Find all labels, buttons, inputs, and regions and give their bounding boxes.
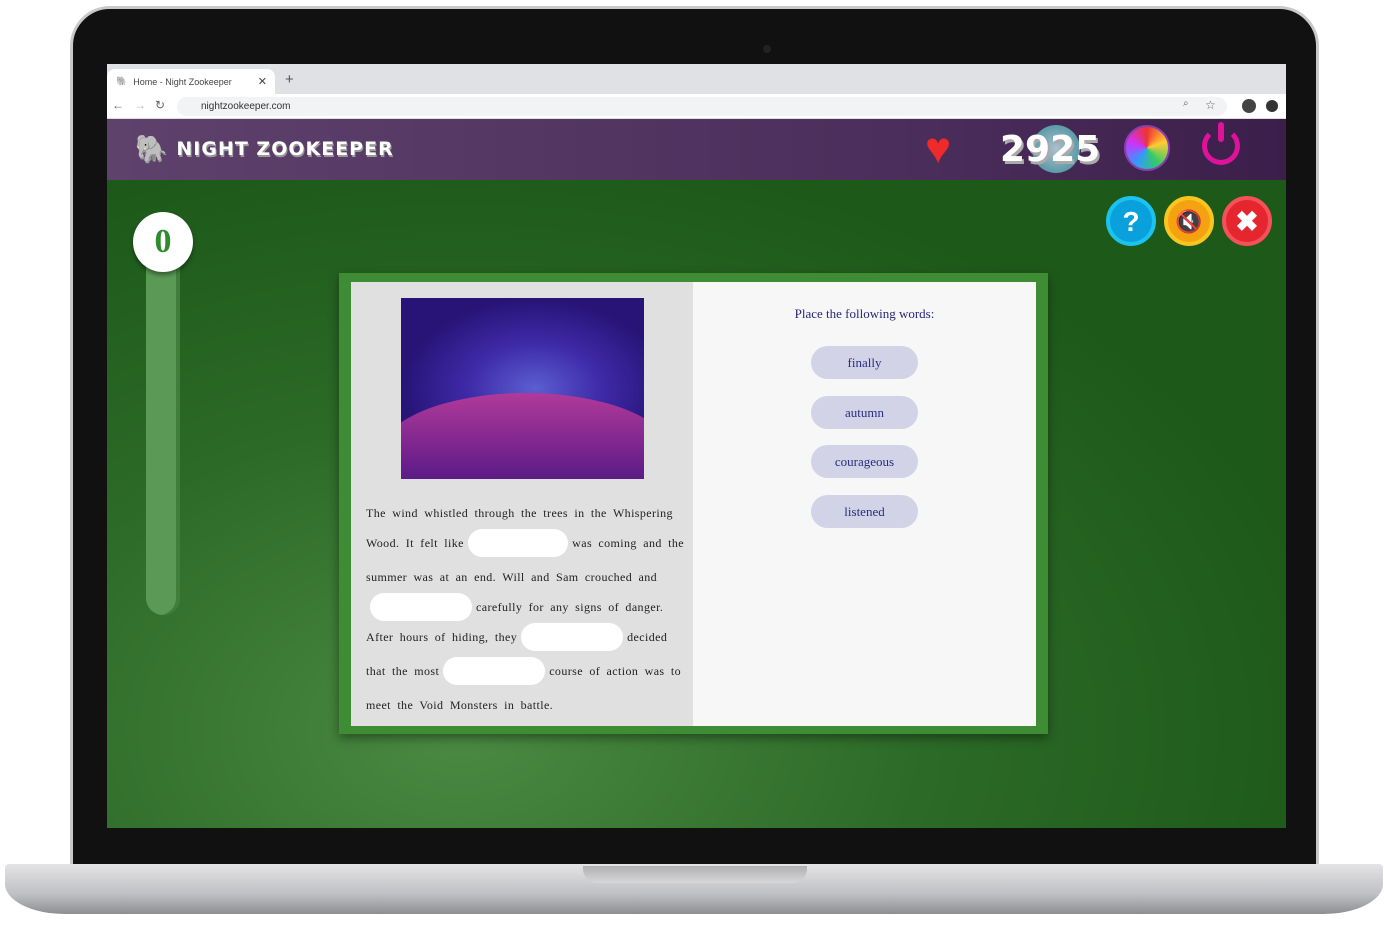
word-chip[interactable]: autumn xyxy=(811,396,918,429)
camera xyxy=(763,45,771,53)
question-icon: ? xyxy=(1122,206,1140,237)
blank-drop-zone[interactable] xyxy=(467,529,569,557)
story-line: After hours of hiding, they decided xyxy=(366,620,684,654)
story-fragment: The wind whistled through the trees in t… xyxy=(366,505,673,520)
star-icon[interactable]: ☆ xyxy=(1205,98,1216,112)
close-tab-icon[interactable]: ✕ xyxy=(258,75,267,88)
blank-drop-zone[interactable] xyxy=(370,593,472,621)
instruction: Place the following words: xyxy=(794,306,935,321)
forward-icon[interactable]: → xyxy=(134,98,146,112)
word-chip[interactable]: listened xyxy=(811,495,918,528)
logo[interactable]: 🐘 NIGHT ZOOKEEPER xyxy=(135,134,394,164)
story-line: The wind whistled through the trees in t… xyxy=(366,500,684,526)
story-fragment: that the most xyxy=(366,663,440,678)
score: 2925 xyxy=(1000,129,1101,170)
power-icon[interactable] xyxy=(1202,122,1240,165)
extension-icon[interactable] xyxy=(1266,100,1278,112)
story-line: carefully for any signs of danger. xyxy=(366,593,684,621)
story-line: summer was at an end. Will and Sam crouc… xyxy=(366,560,684,594)
word-chip[interactable]: courageous xyxy=(811,445,918,478)
url-field[interactable]: nightzookeeper.com xyxy=(177,97,1227,116)
word-bank-panel: Place the following words: finally autum… xyxy=(693,282,1036,726)
story-fragment: meet the Void Monsters in battle. xyxy=(366,697,554,712)
browser-tab[interactable]: 🐘 Home - Night Zookeeper ✕ xyxy=(107,69,275,94)
word-chip[interactable]: finally xyxy=(811,346,918,379)
story-fragment: summer was at an end. Will and Sam crouc… xyxy=(366,569,658,584)
forest-illustration xyxy=(401,298,644,479)
help-button[interactable]: ? xyxy=(1106,196,1156,246)
address-bar: ← → ↻ nightzookeeper.com ⌕ ☆ xyxy=(107,94,1286,119)
story-fragment: was coming and the xyxy=(572,535,684,550)
avatar[interactable] xyxy=(1124,125,1170,171)
elephant-logo-icon: 🐘 xyxy=(135,134,169,164)
story-line: that the most course of action was to xyxy=(366,654,684,688)
new-tab-button[interactable]: + xyxy=(285,71,294,88)
laptop-notch xyxy=(583,866,807,883)
story-fragment: After hours of hiding, they xyxy=(366,629,518,644)
reload-icon[interactable]: ↻ xyxy=(155,98,165,112)
tab-title: Home - Night Zookeeper xyxy=(133,76,232,87)
story-fragment: decided xyxy=(627,629,668,644)
blank-drop-zone[interactable] xyxy=(443,657,546,685)
elephant-favicon-icon: 🐘 xyxy=(116,76,128,86)
brand-name: NIGHT ZOOKEEPER xyxy=(176,138,394,160)
heart-icon[interactable]: ♥ xyxy=(925,127,951,171)
story-fragment: Wood. It felt like xyxy=(366,535,464,550)
zoom-icon[interactable]: ⌕ xyxy=(1183,98,1189,109)
game-area: 0 ? 🔇 ✖ The wind whistled through the tr… xyxy=(107,180,1286,828)
word-counter: 0 xyxy=(133,212,193,272)
tab-bar: 🐘 Home - Night Zookeeper ✕ + xyxy=(107,64,1286,94)
url-text: nightzookeeper.com xyxy=(201,101,291,112)
close-button[interactable]: ✖ xyxy=(1222,196,1272,246)
story-panel: The wind whistled through the trees in t… xyxy=(351,282,693,726)
mute-icon: 🔇 xyxy=(1175,209,1203,234)
blank-drop-zone[interactable] xyxy=(521,623,624,651)
profile-icon[interactable] xyxy=(1242,99,1256,113)
story-fragment: course of action was to xyxy=(549,663,682,678)
back-icon[interactable]: ← xyxy=(112,98,124,112)
story-line: meet the Void Monsters in battle. xyxy=(366,688,684,722)
story-line: Wood. It felt like was coming and the xyxy=(366,526,684,560)
close-icon: ✖ xyxy=(1235,206,1259,237)
story-text: The wind whistled through the trees in t… xyxy=(366,500,684,722)
story-fragment: carefully for any signs of danger. xyxy=(476,599,664,614)
app-header: 🐘 NIGHT ZOOKEEPER ♥ 2925 xyxy=(107,119,1286,180)
screen: 🐘 Home - Night Zookeeper ✕ + ← → ↻ night… xyxy=(107,64,1286,828)
progress-track xyxy=(146,250,180,615)
activity-card: The wind whistled through the trees in t… xyxy=(339,273,1048,734)
mute-button[interactable]: 🔇 xyxy=(1164,196,1214,246)
